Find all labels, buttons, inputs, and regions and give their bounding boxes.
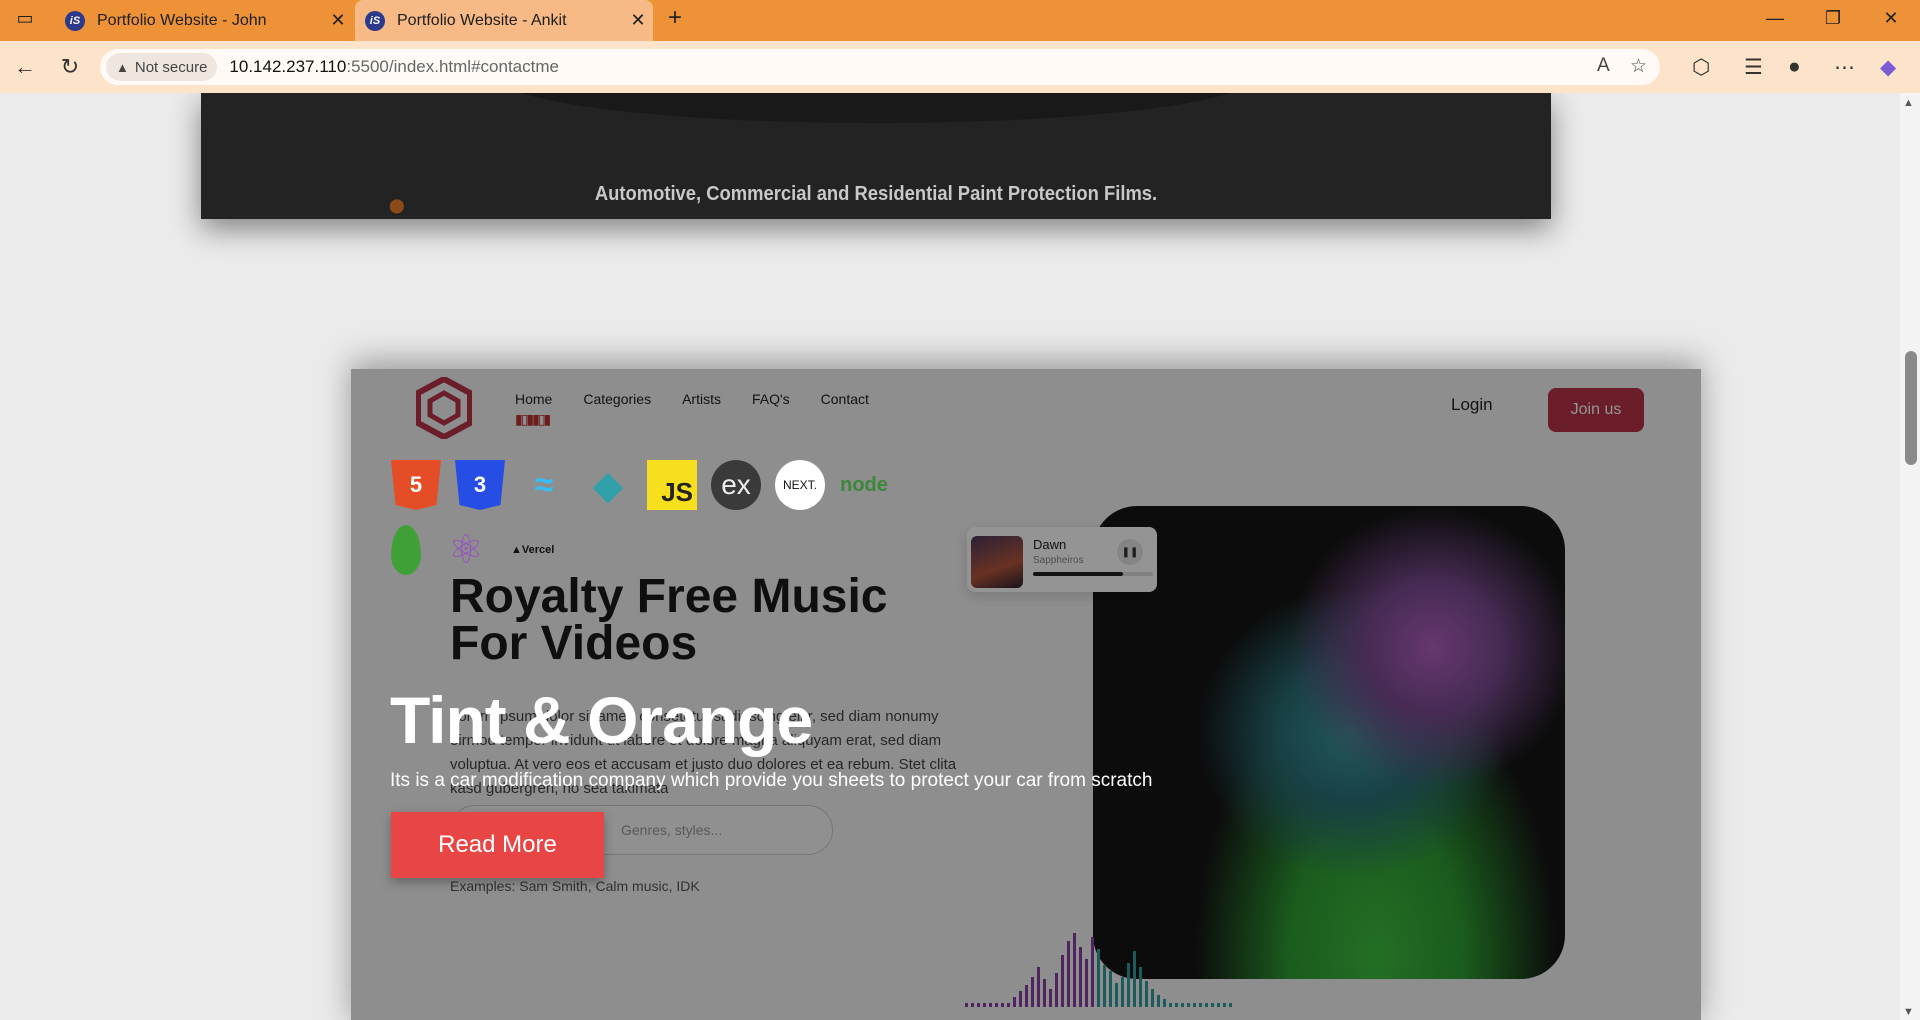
express-icon: ex <box>711 460 761 510</box>
profile-avatar-icon[interactable]: ● <box>1788 55 1801 79</box>
more-options-icon[interactable]: ⋯ <box>1834 55 1855 80</box>
tab-portfolio-ankit[interactable]: iS Portfolio Website - Ankit ✕ <box>355 0 653 41</box>
favorites-icon[interactable]: ☰ <box>1744 55 1763 80</box>
tab-title: Portfolio Website - John <box>97 11 267 29</box>
url-path: :5500/index.html#contactme <box>346 57 559 76</box>
new-tab-icon[interactable]: + <box>660 4 690 32</box>
tech-stack-row-1: 5 3 ≈ ◆ JS ex NEXT. node <box>391 460 889 510</box>
tailwind-icon: ≈ <box>534 465 554 504</box>
mongodb-icon <box>391 525 421 575</box>
tab-favicon-icon: iS <box>365 10 385 31</box>
html5-icon: 5 <box>391 460 441 510</box>
address-bar: ← ↻ ▲ Not secure 10.142.237.110:5500/ind… <box>0 41 1920 93</box>
security-label: Not secure <box>134 58 208 76</box>
url-field[interactable]: ▲ Not secure 10.142.237.110:5500/index.h… <box>100 49 1660 85</box>
favorite-star-icon[interactable]: ☆ <box>1630 55 1647 78</box>
back-arrow-icon[interactable]: ← <box>10 54 40 80</box>
read-aloud-icon[interactable]: A <box>1597 55 1610 77</box>
url-text: 10.142.237.110:5500/index.html#contactme <box>229 57 559 77</box>
javascript-icon: JS <box>647 460 697 510</box>
close-tab-icon[interactable]: ✕ <box>323 10 353 31</box>
nextjs-icon: NEXT. <box>775 460 825 510</box>
project-tagline: Automotive, Commercial and Residential P… <box>594 183 1158 205</box>
close-window-icon[interactable]: ✕ <box>1876 8 1906 29</box>
vertical-scrollbar[interactable]: ▲ ▼ <box>1900 93 1920 1020</box>
close-tab-icon[interactable]: ✕ <box>623 10 653 31</box>
project-description: Its is a car modification company which … <box>390 770 1153 791</box>
page-viewport: ⬤ Automotive, Commercial and Residential… <box>4 93 1900 1020</box>
scroll-up-arrow-icon[interactable]: ▲ <box>1903 97 1914 109</box>
security-indicator[interactable]: ▲ Not secure <box>106 53 218 81</box>
refresh-icon[interactable]: ↻ <box>55 54 85 80</box>
minimize-icon[interactable]: — <box>1760 8 1790 29</box>
tab-title: Portfolio Website - Ankit <box>397 11 567 29</box>
warning-icon: ▲ <box>116 59 129 75</box>
read-more-button[interactable]: Read More <box>391 812 604 878</box>
scrollbar-thumb[interactable] <box>1905 351 1917 465</box>
netlify-icon: ◆ <box>593 464 623 507</box>
project-title: Tint & Orange <box>390 683 813 757</box>
url-host: 10.142.237.110 <box>229 57 347 76</box>
sidebar-toggle-icon[interactable]: ▭ <box>10 8 40 29</box>
copilot-icon[interactable]: ◆ <box>1880 55 1896 80</box>
hero-image-glow <box>501 93 1251 123</box>
browser-title-bar: ▭ iS Portfolio Website - John ✕ iS Portf… <box>0 0 1920 41</box>
tab-favicon-icon: iS <box>65 10 85 31</box>
extensions-icon[interactable]: ⬡ <box>1692 55 1710 80</box>
graphql-icon: ⚛ <box>448 528 484 572</box>
project-card-paint-protection[interactable]: ⬤ Automotive, Commercial and Residential… <box>201 93 1551 219</box>
tech-stack-row-2: ⚛ ▲Vercel <box>391 525 554 575</box>
tab-portfolio-john[interactable]: iS Portfolio Website - John ✕ <box>55 0 353 41</box>
nodejs-icon: node <box>840 473 888 496</box>
vercel-icon: ▲Vercel <box>511 544 555 556</box>
css3-icon: 3 <box>455 460 505 510</box>
scroll-down-arrow-icon[interactable]: ▼ <box>1903 1006 1914 1018</box>
restore-icon[interactable]: ❐ <box>1818 8 1848 29</box>
